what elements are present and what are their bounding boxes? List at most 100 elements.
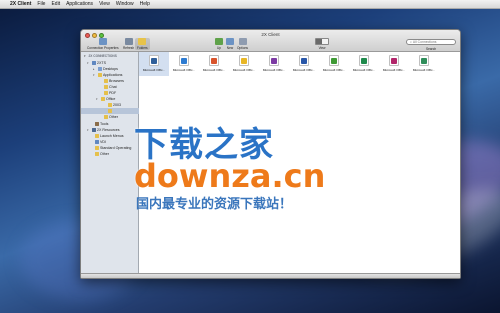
folder-icon: [94, 152, 99, 156]
menu-app-name[interactable]: 2X Client: [10, 1, 31, 7]
sidebar-item-chat[interactable]: Chat: [99, 85, 117, 89]
application-icon: [329, 55, 339, 66]
sidebar-item-label: 2003: [113, 103, 121, 107]
resources-icon: [91, 128, 96, 132]
sidebar-item-other-resources[interactable]: Other: [90, 152, 109, 156]
folders-button[interactable]: Folders: [135, 38, 150, 50]
disclosure-triangle-icon[interactable]: ▾: [96, 97, 99, 101]
list-view-icon[interactable]: [322, 39, 328, 44]
sidebar-item-2003[interactable]: 2003: [103, 103, 121, 107]
sidebar-item-label: Other: [100, 152, 109, 156]
sidebar-item-desktops[interactable]: ▸ Desktops: [93, 67, 118, 71]
application-icon-swatch: [421, 57, 427, 64]
folder-icon: [138, 38, 147, 45]
menu-help[interactable]: Help: [140, 1, 150, 7]
folder-icon: [97, 73, 102, 77]
window-title: 2X Client: [261, 32, 280, 37]
application-icon: [239, 55, 249, 66]
sidebar-item-label: Launch Menus: [100, 134, 124, 138]
connection-properties-button[interactable]: Connection Properties: [87, 38, 119, 50]
application-icon-swatch: [241, 57, 247, 64]
sidebar-item-tools[interactable]: Tools: [90, 122, 108, 126]
menu-view[interactable]: View: [99, 1, 110, 7]
search-field[interactable]: ⌕All Connections: [406, 39, 456, 45]
application-icon: [269, 55, 279, 66]
sidebar-item-other[interactable]: Other: [99, 115, 118, 119]
sidebar-item-label: Desktops: [103, 67, 118, 71]
disclosure-triangle-icon[interactable]: ▾: [93, 73, 96, 77]
sidebar-item-launch-menus[interactable]: Launch Menus: [90, 134, 124, 138]
sidebar-item-label: Tools: [100, 122, 109, 126]
sidebar-item-label: 2X Resources: [97, 128, 120, 132]
folder-icon: [107, 109, 112, 113]
menu-applications[interactable]: Applications: [66, 1, 93, 7]
app-tile-label: Microsoft Offic...: [292, 68, 316, 72]
application-icon-swatch: [181, 57, 187, 64]
folder-icon: [103, 85, 108, 89]
sidebar-item-office[interactable]: ▾ Office: [96, 97, 115, 101]
sidebar-item-label: VDI: [100, 140, 106, 144]
sidebar-item-2x-resources[interactable]: ▾ 2X Resources: [87, 128, 120, 132]
app-tile[interactable]: Microsoft Offic...: [349, 52, 379, 76]
application-grid: Microsoft Offic... Microsoft Offic... Micr…: [139, 52, 439, 76]
app-tile[interactable]: Microsoft Offic...: [169, 52, 199, 76]
application-icon-swatch: [391, 57, 397, 64]
new-button[interactable]: New: [226, 38, 234, 50]
sidebar-item-label: Office: [106, 97, 116, 101]
application-icon-swatch: [361, 57, 367, 64]
desktop-icon: [97, 67, 102, 71]
sidebar-item-standard-operating[interactable]: Standard Operating: [90, 146, 131, 150]
menu-file[interactable]: File: [37, 1, 45, 7]
sidebar-item-selected[interactable]: [81, 108, 139, 114]
app-tile[interactable]: Microsoft Offic...: [289, 52, 319, 76]
application-icon: [389, 55, 399, 66]
folder-icon: [100, 97, 105, 101]
app-tile[interactable]: Microsoft Offic...: [229, 52, 259, 76]
app-tile[interactable]: Microsoft Offic...: [259, 52, 289, 76]
disclosure-triangle-icon[interactable]: ▾: [87, 61, 90, 65]
app-tile[interactable]: Microsoft Offic...: [139, 52, 169, 76]
sidebar-item-vdi[interactable]: VDI: [90, 140, 106, 144]
application-icon-swatch: [301, 57, 307, 64]
options-button[interactable]: Options: [237, 38, 248, 50]
app-tile-label: Microsoft Offic...: [382, 68, 406, 72]
app-tile[interactable]: Microsoft Offic...: [199, 52, 229, 76]
app-tile-label: Microsoft Offic...: [352, 68, 376, 72]
sidebar-item-pdf[interactable]: PDF: [99, 91, 116, 95]
sidebar-item-browsers[interactable]: Browsers: [99, 79, 124, 83]
refresh-icon: [124, 38, 133, 45]
app-tile[interactable]: Microsoft Offic...: [319, 52, 349, 76]
connection-properties-label: Connection Properties: [87, 46, 119, 50]
sidebar-item-applications[interactable]: ▾ Applications: [93, 73, 122, 77]
sidebar-item-label: Browsers: [109, 79, 124, 83]
folder-icon: [103, 91, 108, 95]
disclosure-triangle-icon[interactable]: ▾: [84, 54, 87, 58]
folder-icon: [103, 79, 108, 83]
sidebar-item-label: 2XTS: [97, 61, 106, 65]
new-label: New: [226, 46, 234, 50]
watermark-domain: downza.cn: [134, 157, 326, 195]
application-icon-swatch: [331, 57, 337, 64]
menu-window[interactable]: Window: [116, 1, 134, 7]
app-tile-label: Microsoft Offic...: [202, 68, 226, 72]
app-tile-label: Microsoft Offic...: [322, 68, 346, 72]
disclosure-triangle-icon[interactable]: ▸: [93, 67, 96, 71]
folder-icon: [94, 146, 99, 150]
refresh-label: Refresh: [123, 46, 135, 50]
up-button[interactable]: Up: [215, 38, 223, 50]
sidebar-item-2xts[interactable]: ▾ 2XTS: [87, 61, 106, 65]
view-segmented-control[interactable]: [315, 38, 329, 45]
app-tile[interactable]: Microsoft Offic...: [379, 52, 409, 76]
disclosure-triangle-icon[interactable]: ▾: [87, 128, 90, 132]
search-placeholder: All Connections: [412, 40, 437, 44]
refresh-button[interactable]: Refresh: [123, 38, 134, 50]
view-switcher[interactable]: View: [315, 38, 329, 50]
new-folder-icon: [226, 38, 234, 45]
search-icon: ⌕: [410, 40, 412, 44]
vdi-icon: [94, 140, 99, 144]
app-tile[interactable]: Microsoft Offic...: [409, 52, 439, 76]
application-icon: [359, 55, 369, 66]
window-titlebar: 2X Client Connection Properties Refresh …: [81, 30, 460, 52]
sidebar-item-label: Applications: [103, 73, 123, 77]
menu-edit[interactable]: Edit: [51, 1, 60, 7]
